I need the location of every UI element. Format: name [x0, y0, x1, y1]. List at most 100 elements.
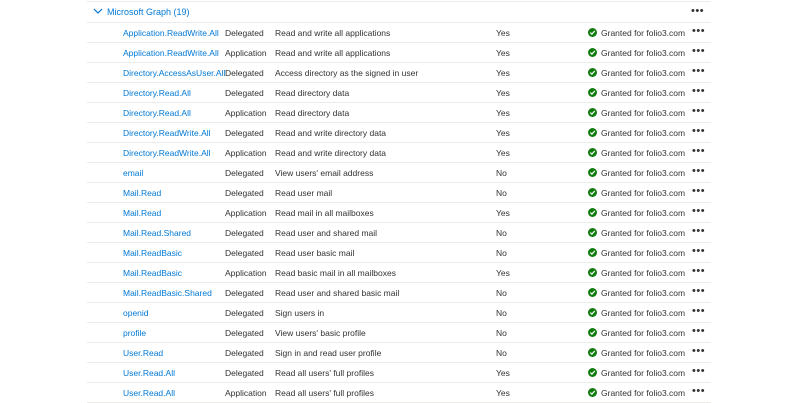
permission-type: Delegated — [225, 28, 264, 38]
permission-name-link[interactable]: Directory.ReadWrite.All — [123, 148, 211, 158]
more-icon[interactable]: ••• — [692, 326, 705, 337]
permission-description: Read all users' full profiles — [275, 368, 374, 378]
status-badge: Granted for folio3.com — [588, 128, 685, 138]
admin-consent-required: No — [496, 168, 507, 178]
more-icon[interactable]: ••• — [692, 246, 705, 257]
group-more-icon[interactable]: ••• — [691, 4, 704, 18]
status-text: Granted for folio3.com — [601, 308, 686, 318]
more-icon[interactable]: ••• — [692, 366, 705, 377]
status-text: Granted for folio3.com — [601, 188, 686, 198]
more-icon[interactable]: ••• — [692, 286, 705, 297]
permission-name-link[interactable]: Directory.AccessAsUser.All — [123, 68, 225, 78]
more-icon[interactable]: ••• — [692, 266, 705, 277]
permission-name-link[interactable]: Directory.Read.All — [123, 88, 191, 98]
permission-name-link[interactable]: Mail.ReadBasic — [123, 268, 182, 278]
permission-type: Delegated — [225, 68, 264, 78]
admin-consent-required: Yes — [496, 368, 510, 378]
more-icon[interactable]: ••• — [692, 86, 705, 97]
permission-name-link[interactable]: Mail.ReadBasic.Shared — [123, 288, 212, 298]
more-icon[interactable]: ••• — [692, 306, 705, 317]
checkmark-circle-icon — [588, 68, 597, 77]
top-separator — [87, 1, 711, 2]
permission-description: View users' basic profile — [275, 328, 366, 338]
more-icon[interactable]: ••• — [692, 206, 705, 217]
checkmark-circle-icon — [588, 248, 597, 257]
permission-description: Read user and shared mail — [275, 228, 378, 238]
status-badge: Granted for folio3.com — [588, 268, 685, 278]
api-group-label[interactable]: Microsoft Graph (19) — [107, 7, 190, 17]
permission-name-link[interactable]: Mail.ReadBasic — [123, 248, 182, 258]
status-badge: Granted for folio3.com — [588, 348, 685, 358]
status-text: Granted for folio3.com — [601, 348, 686, 358]
admin-consent-required: Yes — [496, 88, 510, 98]
status-text: Granted for folio3.com — [601, 28, 686, 38]
permission-type: Delegated — [225, 228, 264, 238]
permission-name-link[interactable]: Directory.ReadWrite.All — [123, 128, 211, 138]
permission-type: Application — [225, 208, 267, 218]
more-icon[interactable]: ••• — [692, 226, 705, 237]
permission-type: Delegated — [225, 188, 264, 198]
status-badge: Granted for folio3.com — [588, 388, 685, 398]
permission-description: Read user basic mail — [275, 248, 355, 258]
chevron-down-icon[interactable] — [93, 6, 107, 20]
status-badge: Granted for folio3.com — [588, 28, 685, 38]
checkmark-circle-icon — [588, 148, 597, 157]
status-text: Granted for folio3.com — [601, 208, 686, 218]
status-badge: Granted for folio3.com — [588, 288, 685, 298]
permission-name-link[interactable]: User.Read.All — [123, 388, 175, 398]
checkmark-circle-icon — [588, 328, 597, 337]
permission-name-link[interactable]: Mail.Read — [123, 188, 161, 198]
checkmark-circle-icon — [588, 388, 597, 397]
permission-type: Delegated — [225, 328, 264, 338]
admin-consent-required: Yes — [496, 128, 510, 138]
permission-name-link[interactable]: email — [123, 168, 143, 178]
permission-description: Read and write all applications — [275, 48, 391, 58]
table-row: Mail.Read Delegated Read user mail No Grante… — [87, 183, 711, 203]
status-badge: Granted for folio3.com — [588, 148, 685, 158]
more-icon[interactable]: ••• — [692, 146, 705, 157]
table-row: Application.ReadWrite.All Delegated Read a… — [87, 23, 711, 43]
status-badge: Granted for folio3.com — [588, 328, 685, 338]
more-icon[interactable]: ••• — [692, 166, 705, 177]
permission-name-link[interactable]: Application.ReadWrite.All — [123, 28, 219, 38]
status-text: Granted for folio3.com — [601, 368, 686, 378]
permission-name-link[interactable]: Directory.Read.All — [123, 108, 191, 118]
permission-description: Access directory as the signed in user — [275, 68, 419, 78]
permission-type: Application — [225, 268, 267, 278]
permission-type: Application — [225, 148, 267, 158]
permission-name-link[interactable]: Mail.Read.Shared — [123, 228, 191, 238]
table-row: User.Read Delegated Sign in and read user … — [87, 343, 711, 363]
status-text: Granted for folio3.com — [601, 268, 686, 278]
more-icon[interactable]: ••• — [692, 126, 705, 137]
permission-name-link[interactable]: User.Read.All — [123, 368, 175, 378]
admin-consent-required: Yes — [496, 208, 510, 218]
checkmark-circle-icon — [588, 88, 597, 97]
status-badge: Granted for folio3.com — [588, 68, 685, 78]
admin-consent-required: Yes — [496, 28, 510, 38]
checkmark-circle-icon — [588, 48, 597, 57]
permission-name-link[interactable]: Mail.Read — [123, 208, 161, 218]
more-icon[interactable]: ••• — [692, 46, 705, 57]
permission-name-link[interactable]: profile — [123, 328, 146, 338]
permission-name-link[interactable]: openid — [123, 308, 149, 318]
admin-consent-required: Yes — [496, 48, 510, 58]
permission-type: Delegated — [225, 248, 264, 258]
more-icon[interactable]: ••• — [692, 26, 705, 37]
more-icon[interactable]: ••• — [692, 186, 705, 197]
admin-consent-required: No — [496, 288, 507, 298]
more-icon[interactable]: ••• — [692, 386, 705, 397]
permission-type: Delegated — [225, 168, 264, 178]
checkmark-circle-icon — [588, 368, 597, 377]
more-icon[interactable]: ••• — [692, 66, 705, 77]
status-text: Granted for folio3.com — [601, 288, 686, 298]
more-icon[interactable]: ••• — [692, 106, 705, 117]
permission-name-link[interactable]: User.Read — [123, 348, 163, 358]
table-row: Directory.ReadWrite.All Delegated Read and… — [87, 123, 711, 143]
table-row: Application.ReadWrite.All Application Read… — [87, 43, 711, 63]
table-row: email Delegated View users' email address N… — [87, 163, 711, 183]
checkmark-circle-icon — [588, 228, 597, 237]
more-icon[interactable]: ••• — [692, 346, 705, 357]
permissions-table: Application.ReadWrite.All Delegated Read a… — [87, 23, 711, 403]
permission-description: Read directory data — [275, 108, 350, 118]
permission-name-link[interactable]: Application.ReadWrite.All — [123, 48, 219, 58]
